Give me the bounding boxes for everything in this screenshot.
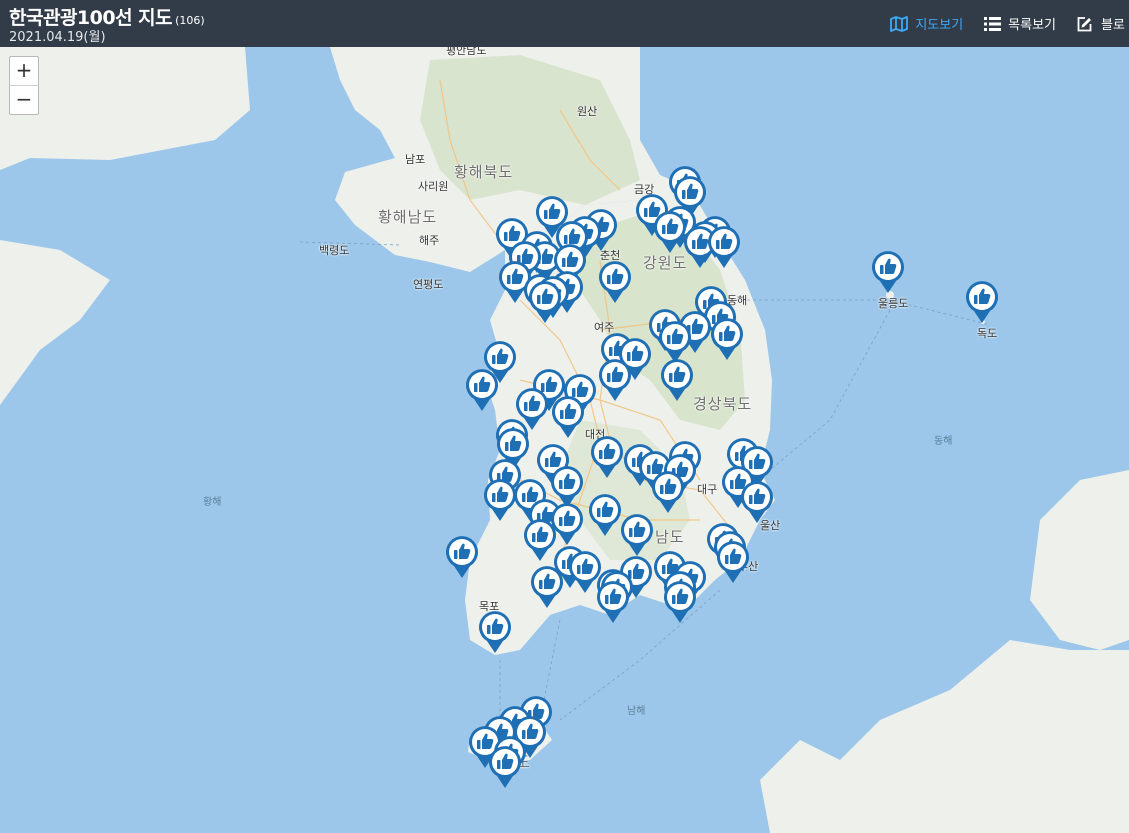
map-marker[interactable]	[588, 493, 622, 537]
thumbs-up-icon	[741, 481, 773, 523]
nav-map-view[interactable]: 지도보기	[890, 14, 963, 33]
label-sariwon: 사리원	[418, 180, 449, 193]
map-marker[interactable]	[660, 358, 694, 402]
thumbs-up-icon	[531, 566, 563, 608]
zoom-out-button[interactable]: −	[10, 85, 38, 113]
thumbs-up-icon	[711, 318, 743, 360]
thumbs-up-icon	[524, 519, 556, 561]
thumbs-up-icon	[599, 359, 631, 401]
edit-icon	[1077, 16, 1092, 31]
thumbs-up-icon	[589, 494, 621, 536]
thumbs-up-icon	[591, 436, 623, 478]
list-icon	[984, 16, 1002, 31]
thumbs-up-icon	[599, 261, 631, 303]
thumbs-up-icon	[661, 359, 693, 401]
thumbs-up-icon	[966, 281, 998, 323]
label-namdo: 남도	[655, 528, 685, 546]
zoom-in-button[interactable]: +	[10, 57, 38, 85]
thumbs-up-icon	[652, 471, 684, 513]
map-marker[interactable]	[478, 610, 512, 654]
map-marker[interactable]	[740, 480, 774, 524]
item-count: (106)	[175, 14, 205, 27]
map-marker[interactable]	[871, 250, 905, 294]
label-hwanghaebukdo: 황해북도	[454, 163, 514, 181]
map-marker[interactable]	[707, 225, 741, 269]
label-pyeongannamdo: 평안남도	[446, 47, 487, 57]
map-marker[interactable]	[488, 745, 522, 789]
map-marker[interactable]	[465, 368, 499, 412]
thumbs-up-icon	[484, 479, 516, 521]
map-marker[interactable]	[620, 513, 654, 557]
thumbs-up-icon	[552, 396, 584, 438]
label-east-sea: 동해	[934, 436, 953, 447]
current-date: 2021.04.19(월)	[9, 30, 106, 45]
label-gyeongsangbukdo: 경상북도	[693, 395, 753, 413]
label-gangwondo: 강원도	[643, 254, 688, 272]
label-yellow-sea: 황해	[203, 497, 222, 508]
map-marker[interactable]	[528, 280, 562, 324]
thumbs-up-icon	[664, 581, 696, 623]
map-marker[interactable]	[598, 358, 632, 402]
map-marker[interactable]	[483, 478, 517, 522]
thumbs-up-icon	[597, 581, 629, 623]
label-ulleungdo: 울릉도	[878, 297, 909, 310]
nav-blog-label: 블로	[1101, 18, 1125, 33]
label-dokdo: 독도	[977, 327, 998, 340]
label-south-sea: 남해	[627, 706, 646, 717]
thumbs-up-icon	[621, 514, 653, 556]
nav-list-view[interactable]: 목록보기	[984, 14, 1056, 33]
label-yeonpyeongdo: 연평도	[413, 278, 444, 291]
thumbs-up-icon	[717, 541, 749, 583]
map-marker[interactable]	[445, 535, 479, 579]
map-canvas[interactable]: 평안남도 원산 남포 사리원 황해북도 황해남도 해주 백령도 연평도 금강 춘…	[0, 47, 1129, 833]
app-header: 한국관광100선 지도 (106) 2021.04.19(월) 지도보기 목록보기…	[0, 0, 1129, 47]
label-haeju: 해주	[419, 234, 440, 247]
map-marker[interactable]	[653, 210, 687, 254]
map-marker[interactable]	[551, 395, 585, 439]
thumbs-up-icon	[446, 536, 478, 578]
map-basemap	[0, 47, 1129, 833]
map-marker[interactable]	[716, 540, 750, 584]
label-baengnyeongdo: 백령도	[319, 244, 350, 257]
map-marker[interactable]	[965, 280, 999, 324]
map-marker[interactable]	[598, 260, 632, 304]
map-marker[interactable]	[530, 565, 564, 609]
view-nav: 지도보기 목록보기 블로	[890, 0, 1129, 47]
thumbs-up-icon	[479, 611, 511, 653]
label-wonsan: 원산	[577, 105, 598, 118]
nav-list-label: 목록보기	[1008, 18, 1056, 33]
zoom-control: + −	[9, 56, 39, 115]
thumbs-up-icon	[872, 251, 904, 293]
thumbs-up-icon	[708, 226, 740, 268]
map-marker[interactable]	[710, 317, 744, 361]
map-icon	[890, 15, 909, 32]
label-nampo: 남포	[405, 153, 426, 166]
thumbs-up-icon	[466, 369, 498, 411]
nav-map-label: 지도보기	[915, 18, 964, 33]
map-marker[interactable]	[663, 580, 697, 624]
thumbs-up-icon	[489, 746, 521, 788]
map-marker[interactable]	[523, 518, 557, 562]
thumbs-up-icon	[529, 281, 561, 323]
map-marker[interactable]	[596, 580, 630, 624]
label-hwanghaenamdo: 황해남도	[378, 208, 438, 226]
nav-blog[interactable]: 블로	[1077, 14, 1129, 33]
thumbs-up-icon	[654, 211, 686, 253]
map-marker[interactable]	[651, 470, 685, 514]
map-marker[interactable]	[590, 435, 624, 479]
